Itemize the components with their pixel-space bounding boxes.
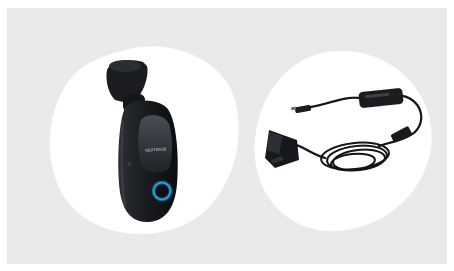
product-scene: NEXTBASE bbox=[49, 46, 432, 234]
dash-cam-screen bbox=[138, 115, 172, 173]
product-image-frame: NEXTBASE bbox=[7, 8, 447, 264]
